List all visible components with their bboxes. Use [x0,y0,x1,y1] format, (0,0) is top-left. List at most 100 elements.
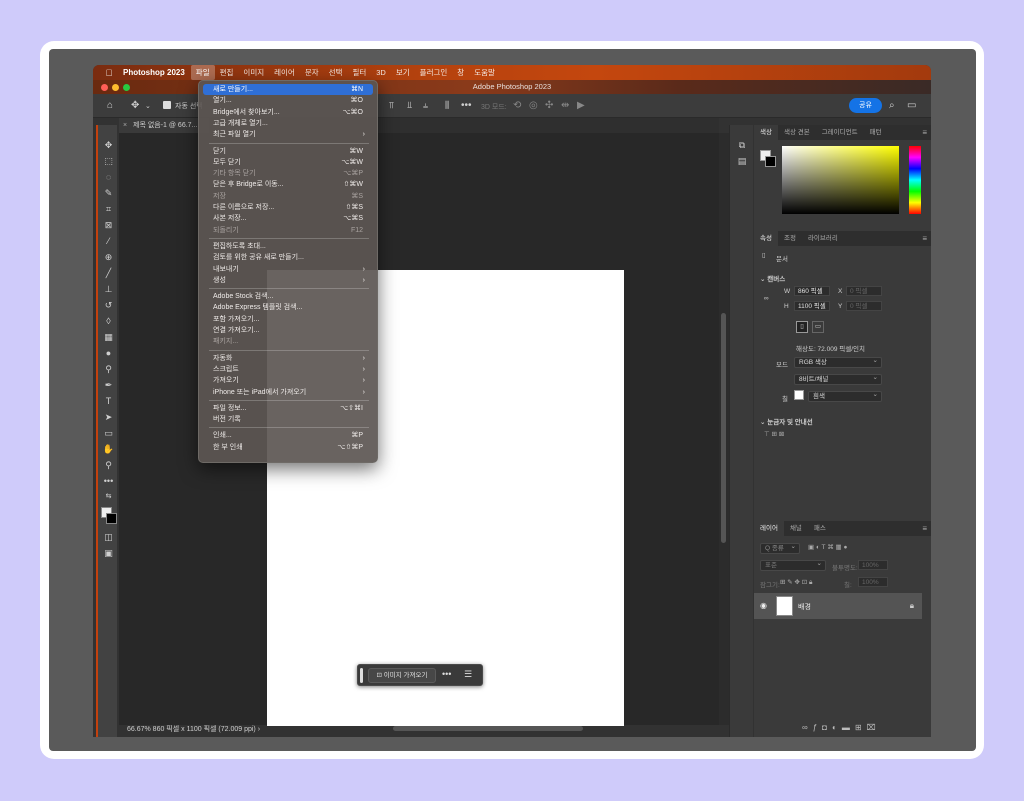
layer-name[interactable]: 배경 [798,602,811,612]
menu-view[interactable]: 보기 [391,65,415,80]
distribute-icon[interactable]: ⫼ [445,100,449,111]
orbit-3d-icon[interactable]: ⟲ [513,100,521,111]
tab-libraries[interactable]: 라이브러리 [802,231,844,246]
home-icon[interactable]: ⌂ [107,100,113,111]
mode-select[interactable]: RGB 색상 [794,356,882,368]
history-brush-tool-icon[interactable]: ↺ [98,297,119,313]
opacity-field[interactable]: 100% [858,560,888,570]
lasso-tool-icon[interactable]: ◌ [98,169,119,185]
file-menu-item[interactable]: 고급 개체로 열기... [203,118,373,129]
path-select-tool-icon[interactable]: ➤ [98,409,119,425]
eyedropper-tool-icon[interactable]: ⁄ [98,233,119,249]
panel-menu-icon[interactable]: ≡ [922,128,927,137]
more-tools-icon[interactable]: ••• [98,473,119,489]
eraser-tool-icon[interactable]: ◊ [98,313,119,329]
file-menu-item[interactable]: 파일 정보... ⌥⇧⌘I [203,403,373,414]
move-tool-icon[interactable]: ✥ [98,137,119,153]
file-menu-item[interactable]: 사본 저장... ⌥⌘S [203,213,373,224]
search-icon[interactable]: ⌕ [889,100,895,111]
color-swatches[interactable] [98,505,119,529]
clone-stamp-tool-icon[interactable]: ⊥ [98,281,119,297]
quick-mask-icon[interactable]: ◫ [98,529,119,545]
ruler-options-icons[interactable]: ⊤ ⊞ ⊠ [764,430,784,438]
file-menu-item[interactable]: Adobe Express 템플릿 검색... [203,302,373,313]
fill-select[interactable]: 흰색 [808,390,882,402]
history-panel-icon[interactable]: ⧉ [730,137,754,153]
align-bottom-icon[interactable]: ⫨ [423,100,428,111]
rulers-section-title[interactable]: ⌄ 눈금자 및 안내선 [760,416,813,426]
align-top-icon[interactable]: ⫪ [389,100,394,111]
dodge-tool-icon[interactable]: ⚲ [98,361,119,377]
bit-depth-select[interactable]: 8비트/채널 [794,373,882,385]
file-menu-item[interactable]: 검토를 위한 공유 새로 만들기... [203,252,373,263]
adjustment-icon[interactable]: ◐ [832,723,842,732]
roll-3d-icon[interactable]: ◎ [529,100,538,111]
tab-channels[interactable]: 채널 [784,521,808,536]
drag-handle[interactable] [360,668,363,683]
blur-tool-icon[interactable]: ● [98,345,119,361]
crop-tool-icon[interactable]: ⌗ [98,201,119,217]
more-icon[interactable]: ••• [461,100,472,111]
hue-slider[interactable] [909,146,921,214]
file-menu-item[interactable]: 스크립트 › [203,364,373,375]
fill-opacity-field[interactable]: 100% [858,577,888,587]
menu-type[interactable]: 문자 [300,65,324,80]
chevron-down-icon[interactable]: ⌄ [145,102,151,110]
video-camera-icon[interactable]: ▶ [577,100,585,111]
file-menu-item[interactable]: 닫기 ⌘W [203,146,373,157]
screen-mode-icon[interactable]: ▣ [98,545,119,561]
menu-filter[interactable]: 필터 [347,65,371,80]
document-tab[interactable]: 제목 없음-1 @ 66.7... [119,118,209,133]
menu-plugins[interactable]: 플러그인 [415,65,453,80]
file-menu-item[interactable]: 포함 가져오기... [203,314,373,325]
move-tool-icon[interactable]: ✥ [131,100,139,111]
link-icon[interactable]: ∞ [764,295,769,302]
file-menu-item[interactable]: 다른 이름으로 저장... ⇧⌘S [203,202,373,213]
minimize-window-button[interactable] [112,84,119,91]
menu-file[interactable]: 파일 [190,65,215,80]
share-button[interactable]: 공유 [849,98,882,113]
drag-3d-icon[interactable]: ✣ [545,100,553,111]
background-swatch[interactable] [765,156,776,167]
import-image-button[interactable]: ⊡ 이미지 가져오기 [368,668,436,683]
y-field[interactable]: 0 픽셀 [846,301,882,311]
tab-adjustments[interactable]: 조정 [778,231,802,246]
portrait-orientation-icon[interactable]: ▯ [796,321,808,333]
x-field[interactable]: 0 픽셀 [846,286,882,296]
mask-icon[interactable]: ◘ [822,723,832,732]
file-menu-item[interactable]: 한 부 인쇄 ⌥⇧⌘P [203,442,373,453]
menu-image[interactable]: 이미지 [238,65,269,80]
file-menu-item[interactable]: 새로 만들기... ⌘N [203,84,373,95]
vertical-scrollbar[interactable] [719,133,729,725]
workspace-icon[interactable]: ▭ [907,100,916,111]
file-menu-item[interactable]: 내보내기 › [203,264,373,275]
layer-filter-icons[interactable]: ▣ ◐ T ⌘ ▦ ● [808,543,847,551]
fill-swatch[interactable] [794,390,804,400]
tab-swatches[interactable]: 색상 견본 [778,125,816,140]
apple-icon[interactable]:  [99,68,119,78]
quick-select-tool-icon[interactable]: ✎ [98,185,119,201]
zoom-window-button[interactable] [123,84,130,91]
tab-paths[interactable]: 패스 [808,521,832,536]
align-middle-icon[interactable]: ⫫ [407,100,412,111]
settings-sliders-icon[interactable]: ☰ [464,669,472,680]
file-menu-item[interactable]: 생성 › [203,275,373,286]
link-layers-icon[interactable]: ∞ [802,723,813,732]
file-menu-item[interactable]: 자동화 › [203,353,373,364]
hand-tool-icon[interactable]: ✋ [98,441,119,457]
tab-gradients[interactable]: 그레이디언트 [816,125,864,140]
eye-visibility-icon[interactable]: ◉ [760,601,767,610]
menu-select[interactable]: 선택 [324,65,348,80]
rectangle-tool-icon[interactable]: ▭ [98,425,119,441]
file-menu-item[interactable]: 편집하도록 초대... [203,241,373,252]
auto-select-checkbox[interactable] [163,101,171,109]
file-menu-item[interactable]: Bridge에서 찾아보기... ⌥⌘O [203,107,373,118]
layer-filter-select[interactable]: Q 종류 [760,542,800,554]
menu-help[interactable]: 도움말 [469,65,500,80]
tab-color[interactable]: 색상 [754,125,778,140]
marquee-tool-icon[interactable]: ⬚ [98,153,119,169]
lock-icons[interactable]: ⊞ ✎ ✥ ⊡ 🔒︎ [780,578,812,587]
layer-row[interactable]: ◉ 배경 🔒︎ [754,593,922,619]
type-tool-icon[interactable]: T [98,393,119,409]
swap-colors-icon[interactable]: ⇆ [98,489,119,505]
